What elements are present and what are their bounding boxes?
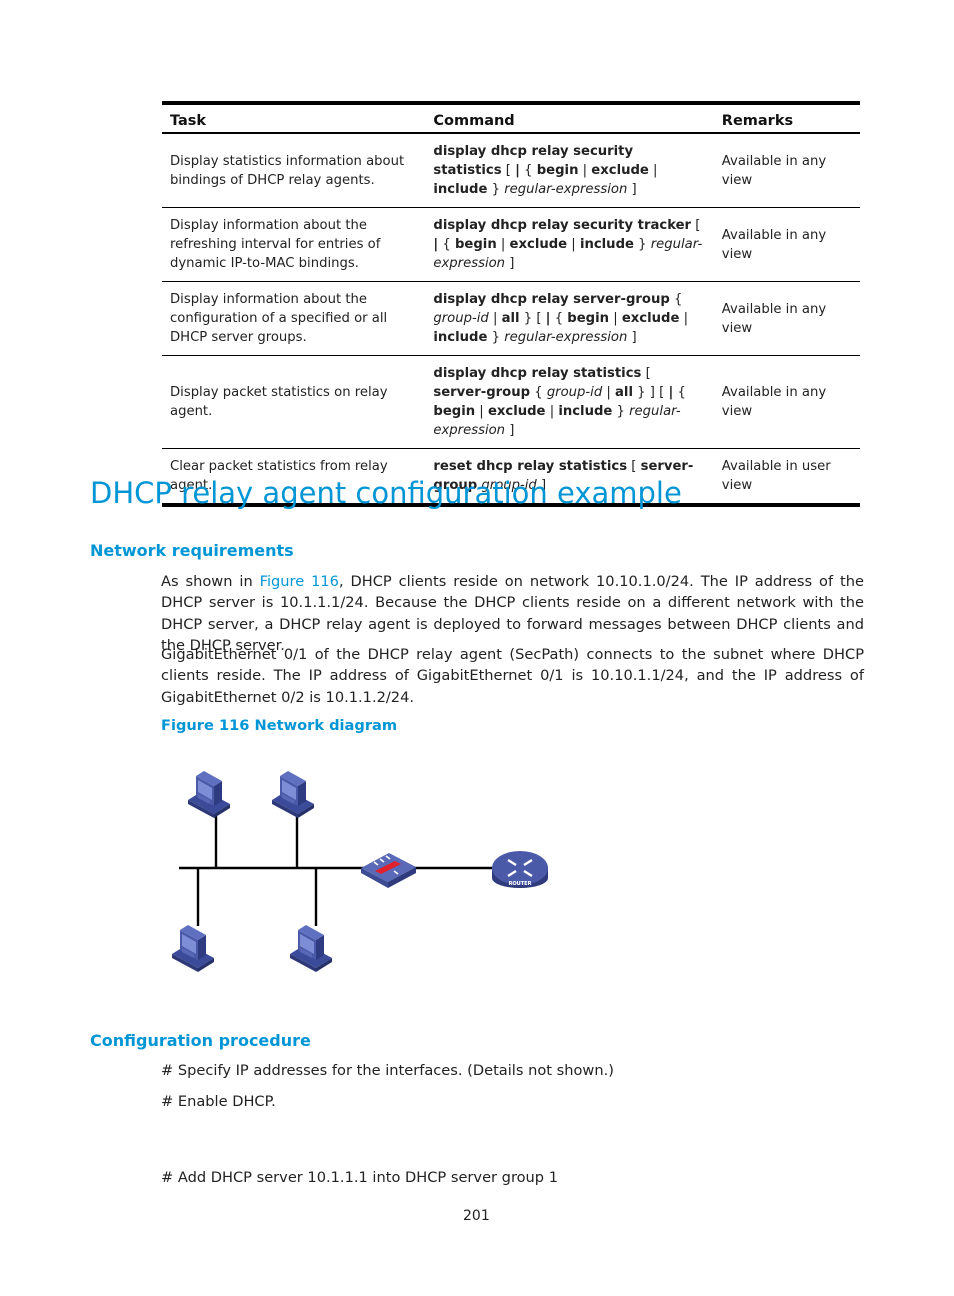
command-syntax: } [487, 182, 505, 197]
table-row: Display statistics information about bin… [162, 133, 860, 208]
command-keyword: display dhcp relay statistics [433, 366, 642, 381]
command-keyword: begin [433, 404, 476, 419]
command-syntax: } [633, 237, 651, 252]
command-syntax: { [530, 385, 547, 400]
command-argument: group-id [433, 311, 489, 326]
command-syntax: | [475, 404, 488, 419]
pc-icon [272, 771, 314, 818]
pc-icon [188, 771, 230, 818]
command-syntax: { [550, 311, 568, 326]
command-keyword: exclude [621, 311, 680, 326]
figure-caption: Figure 116 Network diagram [161, 717, 398, 734]
command-syntax: ] [627, 330, 637, 345]
command-argument: group-id [546, 385, 603, 400]
header-remarks: Remarks [713, 103, 860, 134]
task-cell: Display information about the configurat… [162, 281, 426, 356]
command-keyword: server-group [433, 385, 531, 400]
table-header-row: Task Command Remarks [162, 103, 860, 134]
command-keyword: include [433, 330, 488, 345]
header-command: Command [425, 103, 714, 134]
command-syntax: ] [505, 423, 515, 438]
config-step: # Specify IP addresses for the interface… [161, 1062, 614, 1079]
header-task: Task [162, 103, 426, 134]
command-keyword: begin [454, 237, 497, 252]
command-syntax: | [545, 404, 559, 419]
command-argument: regular-expression [504, 330, 628, 345]
command-syntax: | [578, 163, 592, 178]
pc-icon [290, 925, 332, 972]
config-step: # Add DHCP server 10.1.1.1 into DHCP ser… [161, 1169, 558, 1186]
command-keyword: display dhcp relay server-group [433, 292, 670, 307]
task-cell: Display statistics information about bin… [162, 133, 426, 208]
pc-icon [172, 925, 214, 972]
section-title: DHCP relay agent configuration example [90, 476, 682, 510]
remarks-cell: Available in any view [713, 133, 860, 208]
network-diagram: ROUTER [172, 771, 548, 972]
command-syntax: | [648, 163, 658, 178]
command-syntax: ] [505, 256, 515, 271]
configuration-procedure-heading: Configuration procedure [90, 1031, 311, 1050]
command-syntax: | [609, 311, 622, 326]
command-syntax: | [602, 385, 616, 400]
command-syntax: } [487, 330, 505, 345]
firewall-icon [361, 853, 416, 888]
table-row: Display packet statistics on relay agent… [162, 355, 860, 449]
command-argument: regular-expression [504, 182, 628, 197]
command-syntax: } [612, 404, 630, 419]
command-syntax: { [438, 237, 455, 252]
command-table: Task Command Remarks Display statistics … [162, 101, 860, 507]
command-keyword: include [579, 237, 634, 252]
network-requirements-heading: Network requirements [90, 541, 294, 560]
command-syntax: [ [641, 366, 651, 381]
figure-116-link[interactable]: Figure 116 [260, 573, 339, 590]
command-syntax: | [679, 311, 689, 326]
command-cell: display dhcp relay server-group { group-… [425, 281, 714, 356]
table-row: Display information about the configurat… [162, 281, 860, 356]
command-syntax: [ [691, 218, 701, 233]
command-keyword: all [501, 311, 520, 326]
command-keyword: display dhcp relay security tracker [433, 218, 692, 233]
command-syntax: { [519, 163, 537, 178]
requirements-paragraph-2: GigabitEthernet 0/1 of the DHCP relay ag… [161, 646, 864, 706]
table-row: Display information about the refreshing… [162, 207, 860, 282]
command-syntax: { [673, 385, 686, 400]
command-syntax: } ] [ [632, 385, 669, 400]
command-cell: display dhcp relay statistics [ server-g… [425, 355, 714, 449]
remarks-cell: Available in any view [713, 207, 860, 282]
config-step: # Enable DHCP. [161, 1093, 276, 1110]
router-label: ROUTER [509, 881, 532, 887]
command-syntax: [ [501, 163, 516, 178]
remarks-cell: Available in user view [721, 459, 831, 493]
command-keyword: exclude [591, 163, 649, 178]
command-keyword: include [433, 182, 488, 197]
para1-prefix: As shown in [161, 573, 260, 590]
command-syntax: | [496, 237, 510, 252]
command-keyword: include [558, 404, 613, 419]
page-number: 201 [463, 1208, 490, 1224]
command-syntax: [ [627, 459, 641, 474]
command-keyword: all [615, 385, 633, 400]
command-cell: display dhcp relay security tracker [ | … [425, 207, 714, 282]
router-icon: ROUTER [492, 851, 548, 888]
command-syntax: } [ [519, 311, 546, 326]
command-syntax: ] [627, 182, 637, 197]
remarks-cell: Available in any view [713, 281, 860, 356]
command-keyword: begin [567, 311, 610, 326]
task-cell: Display packet statistics on relay agent… [162, 355, 426, 449]
command-keyword: exclude [487, 404, 546, 419]
command-keyword: begin [536, 163, 579, 178]
command-syntax: | [567, 237, 580, 252]
command-keyword: reset dhcp relay statistics [433, 459, 628, 474]
command-cell: display dhcp relay security statistics [… [425, 133, 714, 208]
command-syntax: { [669, 292, 683, 307]
command-keyword: exclude [509, 237, 568, 252]
remarks-cell: Available in any view [713, 355, 860, 449]
command-syntax: | [488, 311, 502, 326]
task-cell: Display information about the refreshing… [162, 207, 426, 282]
